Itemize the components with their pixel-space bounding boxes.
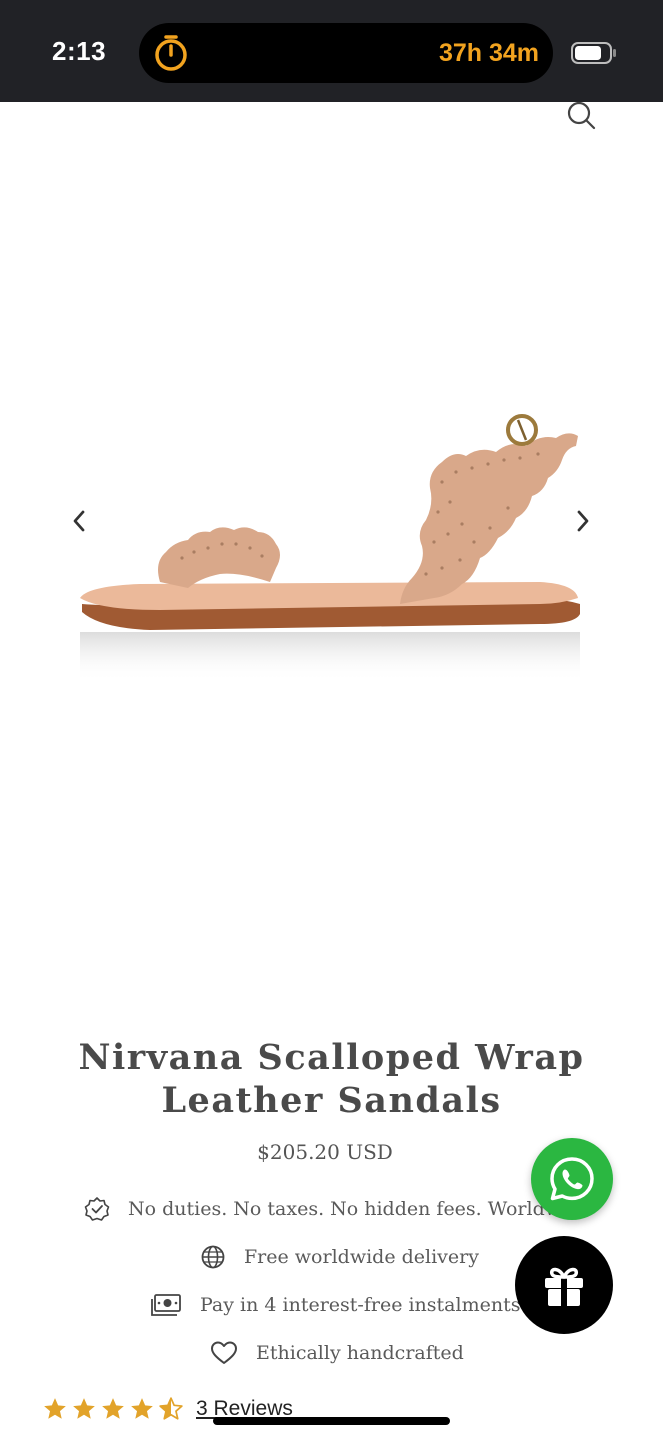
- feature-label: No duties. No taxes. No hidden fees. Wor…: [128, 1198, 554, 1220]
- feature-label: Ethically handcrafted: [256, 1342, 464, 1364]
- product-title: Nirvana Scalloped Wrap Leather Sandals: [78, 1037, 585, 1121]
- feature-pay-in-4: Pay in 4 interest-free instalments: [150, 1292, 530, 1318]
- feature-no-duties: No duties. No taxes. No hidden fees. Wor…: [84, 1196, 554, 1222]
- star-half-icon: [159, 1397, 183, 1420]
- star-icon: [44, 1398, 66, 1419]
- whatsapp-icon: [550, 1157, 594, 1201]
- whatsapp-button[interactable]: [531, 1138, 613, 1220]
- gallery-next-button[interactable]: [568, 506, 598, 536]
- star-rating: [42, 1396, 184, 1422]
- feature-label: Free worldwide delivery: [244, 1246, 479, 1268]
- timer-icon: [155, 35, 187, 71]
- gift-icon: [545, 1267, 583, 1306]
- feature-label: Pay in 4 interest-free instalments: [200, 1294, 521, 1316]
- status-bar: 2:13 37h 34m: [0, 0, 663, 102]
- star-icon: [102, 1398, 124, 1419]
- chevron-right-icon: [577, 510, 589, 532]
- cash-icon: [151, 1294, 181, 1316]
- star-icon: [73, 1398, 95, 1419]
- timer-text: 37h 34m: [438, 39, 539, 67]
- globe-icon: [201, 1245, 225, 1269]
- status-time: 2:13: [52, 36, 107, 66]
- gift-rewards-button[interactable]: [515, 1236, 613, 1334]
- star-icon: [131, 1398, 153, 1419]
- product-image[interactable]: [70, 392, 590, 692]
- home-indicator[interactable]: [213, 1417, 450, 1425]
- battery-icon: [571, 42, 616, 64]
- product-gallery[interactable]: [0, 102, 663, 1002]
- feature-handcrafted: Ethically handcrafted: [210, 1340, 464, 1366]
- heart-icon: [211, 1341, 237, 1364]
- feature-free-delivery: Free worldwide delivery: [200, 1244, 479, 1270]
- verified-badge-icon: [84, 1197, 110, 1221]
- live-activity-pill[interactable]: 37h 34m: [139, 23, 553, 83]
